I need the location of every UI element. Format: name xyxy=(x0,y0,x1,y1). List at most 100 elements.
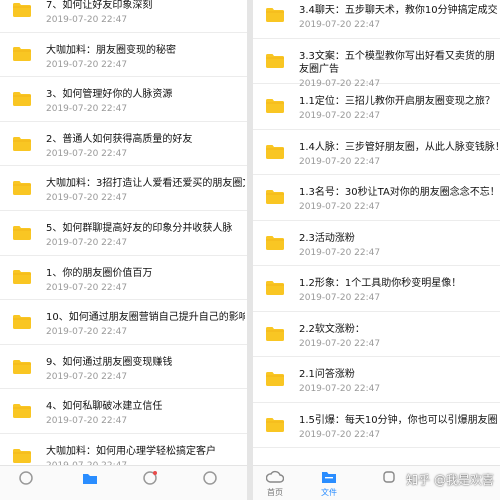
folder-icon xyxy=(13,2,31,17)
file-item-text: 1.5引爆：每天10分钟，你也可以引爆朋友圈！ 2019-07-20 22:47 xyxy=(299,414,498,440)
zhihu-watermark: 知乎 @我是欢喜 xyxy=(406,473,494,487)
folder-icon xyxy=(13,404,31,419)
file-item-text: 1.2形象：1个工具助你秒变明星像！ 2019-07-20 22:47 xyxy=(299,277,498,303)
file-list-item[interactable]: 1.3名号：30秒让TA对你的朋友圈念念不忘！ 2019-07-20 22:47 xyxy=(253,175,500,221)
file-list-item[interactable]: 2.1问答涨粉 2019-07-20 22:47 xyxy=(253,357,500,403)
file-list-item[interactable]: 2.2软文涨粉： 2019-07-20 22:47 xyxy=(253,312,500,357)
nav-share-icon xyxy=(143,471,157,485)
file-date: 2019-07-20 22:47 xyxy=(46,104,128,115)
file-date: 2019-07-20 22:47 xyxy=(299,20,381,30)
file-item-text: 2.3活动涨粉 2019-07-20 22:47 xyxy=(299,232,498,258)
file-list-item[interactable]: 4、如何私聊破冰建立信任 2019-07-20 22:47 xyxy=(0,389,247,434)
file-title: 2.1问答涨粉 xyxy=(299,369,355,380)
folder-icon xyxy=(13,91,31,106)
file-date: 2019-07-20 22:47 xyxy=(46,371,128,382)
file-date: 2019-07-20 22:47 xyxy=(299,293,381,303)
file-item-text: 3、如何管理好你的人脉资源 2019-07-20 22:47 xyxy=(46,88,245,114)
file-list-item[interactable]: 1.4人脉：三步管好朋友圈，从此人脉变钱脉！ 2019-07-20 22:47 xyxy=(253,130,500,175)
file-list-item[interactable]: 大咖加料：朋友圈变现的秘密 2019-07-20 22:47 xyxy=(0,33,247,78)
folder-icon xyxy=(266,190,284,205)
nav-home-icon xyxy=(19,471,33,485)
file-title: 1、你的朋友圈价值百万 xyxy=(46,267,153,279)
nav-tab-files[interactable]: 文件 xyxy=(309,469,349,498)
left-bottom-nav xyxy=(0,465,247,500)
file-date: 2019-07-20 22:47 xyxy=(299,429,381,440)
files-folder-icon xyxy=(322,472,336,483)
left-file-list-panel: 7、如何让好友印象深刻 2019-07-20 22:47 大咖加料：朋友圈变现的秘密… xyxy=(0,0,247,500)
file-date: 2019-07-20 22:47 xyxy=(299,338,381,349)
file-item-text: 10、如何通过朋友圈营销自己提升自己的影响力 2019-07-20 22:47 xyxy=(46,311,245,337)
file-title: 3.4聊天：五步聊天术，教你10分钟搞定成交 xyxy=(299,5,498,16)
share-icon xyxy=(383,471,395,483)
file-date: 2019-07-20 22:47 xyxy=(299,111,381,121)
file-list-item[interactable]: 1.2形象：1个工具助你秒变明星像！ 2019-07-20 22:47 xyxy=(253,266,500,312)
file-date: 2019-07-20 22:47 xyxy=(46,237,128,248)
left-file-list: 7、如何让好友印象深刻 2019-07-20 22:47 大咖加料：朋友圈变现的秘密… xyxy=(0,0,247,479)
folder-icon xyxy=(13,359,31,374)
file-date: 2019-07-20 22:47 xyxy=(46,15,128,25)
file-list-item[interactable]: 9、如何通过朋友圈变现赚钱 2019-07-20 22:47 xyxy=(0,345,247,390)
folder-icon xyxy=(266,372,284,387)
file-item-text: 2.1问答涨粉 2019-07-20 22:47 xyxy=(299,368,498,394)
file-title: 4、如何私聊破冰建立信任 xyxy=(46,401,163,413)
file-date: 2019-07-20 22:47 xyxy=(46,193,128,204)
file-item-text: 1.1定位：三招儿教你开启朋友圈变现之旅？ 2019-07-20 22:47 xyxy=(299,95,498,121)
file-title: 3、如何管理好你的人脉资源 xyxy=(46,89,173,101)
file-title: 5、如何群聊提高好友的印象分并收获人脉 xyxy=(46,222,233,234)
file-list-item[interactable]: 1、你的朋友圈价值百万 2019-07-20 22:47 xyxy=(0,256,247,301)
file-title: 大咖加料：3招打造让人爱看还爱买的朋友圈文 xyxy=(46,178,245,190)
file-title: 9、如何通过朋友圈变现赚钱 xyxy=(46,356,173,368)
folder-icon xyxy=(266,53,284,68)
file-list-item[interactable]: 5、如何群聊提高好友的印象分并收获人脉 2019-07-20 22:47 xyxy=(0,211,247,256)
folder-icon xyxy=(13,448,31,463)
folder-icon xyxy=(13,270,31,285)
file-item-text: 大咖加料：朋友圈变现的秘密 2019-07-20 22:47 xyxy=(46,44,245,70)
file-date: 2019-07-20 22:47 xyxy=(46,148,128,159)
file-list-item[interactable]: 大咖加料：3招打造让人爱看还爱买的朋友圈文 2019-07-20 22:47 xyxy=(0,166,247,211)
file-date: 2019-07-20 22:47 xyxy=(46,59,128,70)
folder-icon xyxy=(266,235,284,250)
file-title: 7、如何让好友印象深刻 xyxy=(46,0,153,11)
folder-icon xyxy=(13,47,31,62)
right-file-list-panel: 3.4聊天：五步聊天术，教你10分钟搞定成交 2019-07-20 22:47 3.… xyxy=(253,0,500,500)
file-item-text: 2.2软文涨粉： 2019-07-20 22:47 xyxy=(299,323,498,349)
nav-folder-icon xyxy=(83,474,97,484)
file-date: 2019-07-20 22:47 xyxy=(299,156,381,167)
file-list-item[interactable]: 3、如何管理好你的人脉资源 2019-07-20 22:47 xyxy=(0,77,247,122)
file-list-item[interactable]: 3.3文案：五个模型教你写出好看又卖货的朋友圈广告 2019-07-20 22:4… xyxy=(253,39,500,89)
left-nav-tab-3[interactable] xyxy=(130,469,170,487)
folder-icon xyxy=(13,314,31,329)
folder-icon xyxy=(13,136,31,151)
folder-icon xyxy=(266,8,284,23)
file-list-item[interactable]: 7、如何让好友印象深刻 2019-07-20 22:47 xyxy=(0,0,247,33)
file-item-text: 1.4人脉：三步管好朋友圈，从此人脉变钱脉！ 2019-07-20 22:47 xyxy=(299,141,498,167)
file-list-item[interactable]: 3.4聊天：五步聊天术，教你10分钟搞定成交 2019-07-20 22:47 xyxy=(253,0,500,39)
file-date: 2019-07-20 22:47 xyxy=(299,247,381,258)
file-item-text: 5、如何群聊提高好友的印象分并收获人脉 2019-07-20 22:47 xyxy=(46,222,245,248)
file-list-item[interactable]: 1.1定位：三招儿教你开启朋友圈变现之旅？ 2019-07-20 22:47 xyxy=(253,84,500,130)
file-list-item[interactable]: 2.3活动涨粉 2019-07-20 22:47 xyxy=(253,221,500,266)
file-item-text: 7、如何让好友印象深刻 2019-07-20 22:47 xyxy=(46,0,245,25)
left-nav-tab-files[interactable] xyxy=(70,469,110,487)
left-nav-tab-4[interactable] xyxy=(190,469,230,487)
folder-icon xyxy=(266,417,284,432)
file-list-item[interactable]: 10、如何通过朋友圈营销自己提升自己的影响力 2019-07-20 22:47 xyxy=(0,300,247,345)
file-list-item[interactable]: 1.5引爆：每天10分钟，你也可以引爆朋友圈！ 2019-07-20 22:47 xyxy=(253,403,500,448)
file-item-text: 1.3名号：30秒让TA对你的朋友圈念念不忘！ 2019-07-20 22:47 xyxy=(299,186,498,212)
left-nav-tab-1[interactable] xyxy=(6,469,46,487)
file-title: 1.2形象：1个工具助你秒变明星像！ xyxy=(299,278,462,289)
folder-icon xyxy=(13,225,31,240)
file-title: 1.4人脉：三步管好朋友圈，从此人脉变钱脉！ xyxy=(299,141,498,153)
file-title: 大咖加料：朋友圈变现的秘密 xyxy=(46,44,176,56)
file-list-item[interactable]: 2、普通人如何获得高质量的好友 2019-07-20 22:47 xyxy=(0,122,247,167)
nav-tab-3[interactable] xyxy=(369,469,409,485)
file-title: 10、如何通过朋友圈营销自己提升自己的影响力 xyxy=(46,312,245,324)
nav-profile-icon xyxy=(203,471,217,485)
file-date: 2019-07-20 22:47 xyxy=(299,202,381,212)
file-title: 2、普通人如何获得高质量的好友 xyxy=(46,133,193,145)
file-item-text: 9、如何通过朋友圈变现赚钱 2019-07-20 22:47 xyxy=(46,356,245,382)
nav-tab-home[interactable]: 首页 xyxy=(255,469,295,498)
nav-files-label: 文件 xyxy=(321,488,337,497)
file-item-text: 1、你的朋友圈价值百万 2019-07-20 22:47 xyxy=(46,267,245,293)
file-title: 1.3名号：30秒让TA对你的朋友圈念念不忘！ xyxy=(299,187,498,198)
